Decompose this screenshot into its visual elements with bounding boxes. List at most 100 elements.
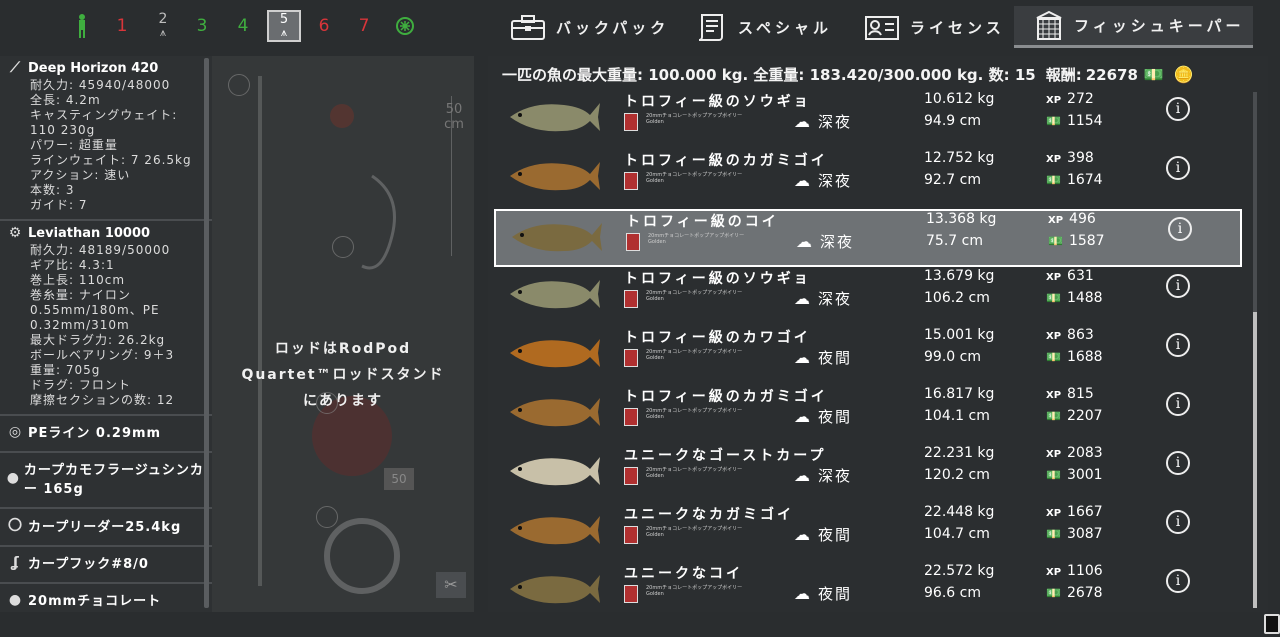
- fish-row[interactable]: トロフィー級のカワゴイ 20mmチョコレートポップアップボイリー Golden ☁ 夜間…: [494, 327, 1242, 385]
- bait-icon: [624, 113, 638, 131]
- reel-slot-marker-icon[interactable]: [316, 506, 338, 528]
- rod-slot-4[interactable]: 4: [233, 10, 253, 42]
- tab-license-label: ライセンス: [910, 18, 1005, 37]
- catch-time: ☁ 深夜: [794, 465, 852, 486]
- fish-row[interactable]: ユニークなコイ 20mmチョコレートポップアップボイリー Golden ☁ 夜間 22.5…: [494, 563, 1242, 621]
- fish-image: [510, 280, 600, 309]
- fish-weight: 16.817 kg: [924, 386, 995, 402]
- tackle-item-label: カープカモフラージュシンカー 165g: [23, 463, 204, 497]
- fish-row[interactable]: トロフィー級のカガミゴイ 20mmチョコレートポップアップボイリー Golden ☁ 深…: [494, 150, 1242, 208]
- reel-stat: 摩擦セクションの数: 12: [30, 393, 175, 407]
- fish-name: トロフィー級のコイ: [626, 214, 779, 230]
- info-icon[interactable]: i: [1166, 97, 1190, 121]
- fish-row[interactable]: トロフィー級のコイ 20mmチョコレートポップアップボイリー Golden ☁ 深夜 13…: [494, 209, 1242, 267]
- rod-slot-5[interactable]: 5 ⩚: [267, 10, 301, 42]
- info-icon[interactable]: i: [1166, 510, 1190, 534]
- fish-length: 104.1 cm: [924, 408, 990, 424]
- time-of-day: 夜間: [818, 585, 853, 603]
- bait-name: 20mmチョコレートポップアップボイリー Golden: [646, 290, 742, 302]
- fish-image: [510, 457, 600, 486]
- bait-name: 20mmチョコレートポップアップボイリー Golden: [646, 408, 742, 420]
- bait-name: 20mmチョコレートポップアップボイリー Golden: [648, 233, 744, 245]
- fish-xp: XP 496: [1048, 211, 1096, 227]
- fish-length: 75.7 cm: [926, 233, 983, 249]
- fish-price-value: 1154: [1066, 113, 1103, 129]
- fish-xp: XP 398: [1046, 150, 1094, 166]
- rod-slot-2[interactable]: 2 ⩚: [152, 10, 174, 42]
- reel-stat: 最大ドラグ力: 26.2kg: [30, 333, 166, 347]
- info-icon[interactable]: i: [1166, 333, 1190, 357]
- tab-special[interactable]: スペシャル: [696, 6, 832, 48]
- tackle-item[interactable]: ● カープカモフラージュシンカー 165g: [0, 453, 212, 509]
- time-of-day: 夜間: [818, 349, 853, 367]
- right-scrollbar-thumb[interactable]: [1253, 312, 1257, 608]
- fish-name: ユニークなゴーストカープ: [624, 448, 827, 464]
- weather-cloud-icon: ☁: [794, 466, 812, 485]
- rod-slot-7[interactable]: 7: [354, 10, 374, 42]
- fish-xp-value: 863: [1067, 327, 1094, 343]
- bait-name-line2: Golden: [646, 591, 664, 597]
- tab-bar: バックパック スペシャル ライセンス フィッシュキーパー: [490, 0, 1256, 54]
- left-scrollbar[interactable]: [204, 58, 209, 608]
- info-icon[interactable]: i: [1168, 217, 1192, 241]
- reel-section[interactable]: ⚙ Leviathan 10000 耐久力: 48189/50000 ギア比: 4.…: [0, 221, 212, 416]
- rod-stat: アクション: 速い: [30, 168, 131, 182]
- tackle-item[interactable]: ʆ カープフック#8/0: [0, 547, 212, 584]
- info-icon[interactable]: i: [1166, 451, 1190, 475]
- weather-cloud-icon: ☁: [794, 171, 812, 190]
- fish-row[interactable]: トロフィー級のソウギョ 20mmチョコレートポップアップボイリー Golden ☁ 深夜…: [494, 91, 1242, 149]
- angler-icon[interactable]: [72, 10, 92, 42]
- info-icon[interactable]: i: [1166, 274, 1190, 298]
- fish-row[interactable]: トロフィー級のソウギョ 20mmチョコレートポップアップボイリー Golden ☁ 深夜…: [494, 268, 1242, 326]
- tackle-item[interactable]: ◎ PEライン 0.29mm: [0, 416, 212, 453]
- fish-row[interactable]: ユニークなカガミゴイ 20mmチョコレートポップアップボイリー Golden ☁ 夜間 2…: [494, 504, 1242, 562]
- bait-name: 20mmチョコレートポップアップボイリー Golden: [646, 349, 742, 361]
- xp-icon: XP: [1046, 272, 1062, 283]
- fish-row[interactable]: ユニークなゴーストカープ 20mmチョコレートポップアップボイリー Golden ☁ 深…: [494, 445, 1242, 503]
- fish-row[interactable]: トロフィー級のカガミゴイ 20mmチョコレートポップアップボイリー Golden ☁ 夜…: [494, 386, 1242, 444]
- reward-label: 報酬:: [1045, 66, 1082, 84]
- xp-icon: XP: [1046, 390, 1062, 401]
- rod-slot-3[interactable]: 3: [192, 10, 212, 42]
- tackle-list: ◎ PEライン 0.29mm ● カープカモフラージュシンカー 165g 〇カープリーダ…: [0, 416, 212, 612]
- fish-price-value: 2207: [1066, 408, 1103, 424]
- tab-backpack[interactable]: バックパック: [510, 6, 669, 48]
- rod-stand-icon: ⩚: [280, 26, 288, 39]
- rod-icon: ⟋: [10, 60, 20, 76]
- fish-name: トロフィー級のソウギョ: [624, 94, 811, 110]
- bait-name: 20mmチョコレートポップアップボイリー Golden: [646, 467, 742, 479]
- rod-stat: ガイド: 7: [30, 198, 88, 212]
- hook-slot-marker-icon[interactable]: [332, 236, 354, 258]
- fish-price: 💵 1688: [1046, 349, 1103, 365]
- fish-xp-value: 272: [1067, 91, 1094, 107]
- tackle-item[interactable]: ● 20mmチョコレート: [0, 584, 212, 612]
- menu-icon[interactable]: [1264, 614, 1280, 634]
- info-icon[interactable]: i: [1166, 569, 1190, 593]
- rod-slot-1[interactable]: 1: [112, 10, 132, 42]
- fish-weight: 22.231 kg: [924, 445, 995, 461]
- target-icon[interactable]: [394, 10, 416, 42]
- scissors-icon[interactable]: ✂: [436, 572, 466, 598]
- right-scrollbar[interactable]: [1253, 92, 1257, 608]
- rod-section[interactable]: ⟋ Deep Horizon 420 耐久力: 45940/48000 全長: 4.…: [0, 56, 212, 221]
- bait-name: 20mmチョコレートポップアップボイリー Golden: [646, 113, 742, 125]
- reel-stats: 耐久力: 48189/50000 ギア比: 4.3:1 巻上長: 110cm 巻糸量:…: [6, 243, 208, 408]
- time-of-day: 深夜: [818, 172, 853, 190]
- tab-fish-keeper[interactable]: フィッシュキーパー: [1014, 6, 1253, 48]
- fish-xp-value: 631: [1067, 268, 1094, 284]
- fish-length: 92.7 cm: [924, 172, 981, 188]
- leader-length-unit: cm: [444, 117, 464, 132]
- info-icon[interactable]: i: [1166, 392, 1190, 416]
- rod-slot-marker-icon[interactable]: [228, 74, 250, 96]
- tab-license[interactable]: ライセンス: [864, 6, 1005, 48]
- bait-name-line2: Golden: [646, 296, 664, 302]
- fish-weight: 13.679 kg: [924, 268, 995, 284]
- fish-name: トロフィー級のカワゴイ: [624, 330, 811, 346]
- xp-icon: XP: [1046, 331, 1062, 342]
- info-icon[interactable]: i: [1166, 156, 1190, 180]
- rod-slot-6[interactable]: 6: [314, 10, 334, 42]
- keeper-summary-text: 一匹の魚の最大重量: 100.000 kg. 全重量: 183.420/300.…: [502, 66, 1036, 84]
- spool-badge: 50: [384, 468, 414, 490]
- tackle-item[interactable]: 〇カープリーダー25.4kg: [0, 509, 212, 547]
- rod-slot-2-label: 2: [158, 11, 168, 27]
